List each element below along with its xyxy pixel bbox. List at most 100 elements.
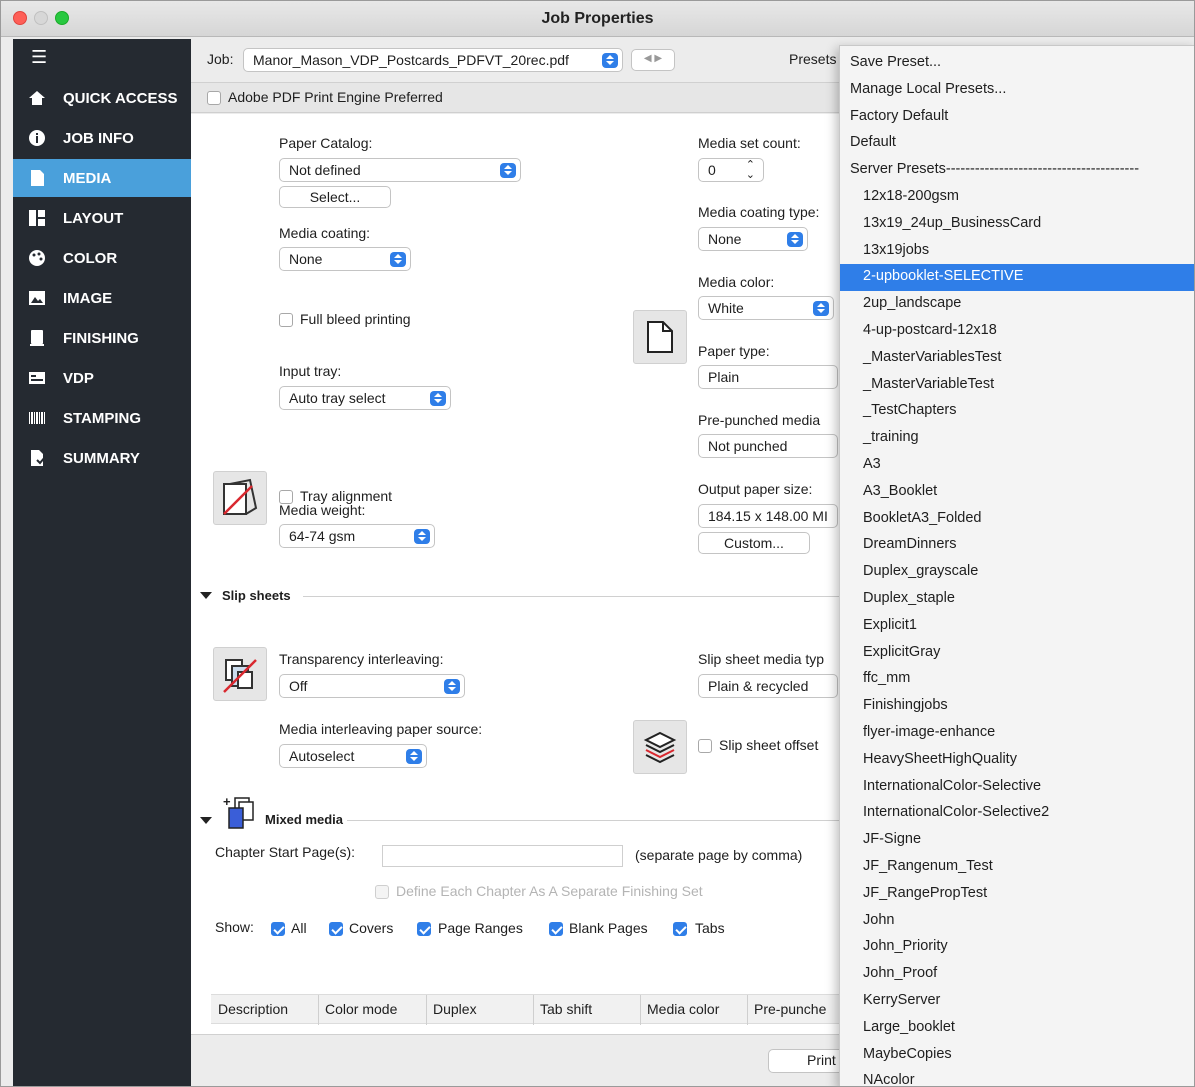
sidebar-item-stamping[interactable]: STAMPING: [13, 399, 191, 437]
transparency-interleaving-label: Transparency interleaving:: [279, 651, 444, 667]
menu-item-server-preset[interactable]: _TestChapters: [840, 398, 1194, 425]
job-select[interactable]: Manor_Mason_VDP_Postcards_PDFVT_20rec.pd…: [243, 48, 623, 72]
menu-item-server-preset[interactable]: HeavySheetHighQuality: [840, 747, 1194, 774]
media-set-count-value: 0: [708, 162, 716, 178]
menu-item-server-preset[interactable]: _MasterVariablesTest: [840, 345, 1194, 372]
summary-icon: [25, 449, 49, 467]
sidebar-toggle-icon[interactable]: ☰: [31, 47, 47, 68]
menu-item-server-preset[interactable]: 2-upbooklet-SELECTIVE: [840, 264, 1194, 292]
media-color-select[interactable]: White: [698, 296, 834, 320]
select-catalog-button[interactable]: Select...: [279, 186, 391, 208]
sidebar-item-vdp[interactable]: VDP: [13, 359, 191, 397]
column-duplex[interactable]: Duplex: [433, 1001, 477, 1017]
show-all-checkbox[interactable]: [271, 922, 285, 936]
transparency-interleaving-select[interactable]: Off: [279, 674, 465, 698]
sidebar-item-quick-access[interactable]: QUICK ACCESS: [13, 79, 191, 117]
menu-item-server-preset[interactable]: Finishingjobs: [840, 693, 1194, 720]
job-select-value: Manor_Mason_VDP_Postcards_PDFVT_20rec.pd…: [253, 52, 569, 68]
menu-item-default[interactable]: Default: [840, 130, 1194, 157]
output-paper-size-select[interactable]: 184.15 x 148.00 MI: [698, 504, 838, 528]
media-set-count-stepper[interactable]: 0 ⌃ ⌄: [698, 158, 764, 182]
menu-item-server-preset[interactable]: Duplex_grayscale: [840, 559, 1194, 586]
media-weight-select[interactable]: 64-74 gsm: [279, 524, 435, 548]
custom-size-button[interactable]: Custom...: [698, 532, 810, 554]
chevron-updown-icon: [813, 301, 829, 316]
menu-item-server-preset[interactable]: 12x18-200gsm: [840, 184, 1194, 211]
pre-punched-select[interactable]: Not punched: [698, 434, 838, 458]
menu-item-server-preset[interactable]: 2up_landscape: [840, 291, 1194, 318]
media-coating-type-select[interactable]: None: [698, 227, 808, 251]
menu-item-server-preset[interactable]: InternationalColor-Selective: [840, 774, 1194, 801]
menu-item-server-preset[interactable]: KerryServer: [840, 988, 1194, 1015]
column-color-mode[interactable]: Color mode: [325, 1001, 397, 1017]
paper-type-value: Plain: [708, 369, 740, 385]
menu-item-manage-local-presets[interactable]: Manage Local Presets...: [840, 77, 1194, 104]
menu-item-server-preset[interactable]: BookletA3_Folded: [840, 506, 1194, 533]
media-interleaving-source-select[interactable]: Autoselect: [279, 744, 427, 768]
sidebar-item-job-info[interactable]: JOB INFO: [13, 119, 191, 157]
menu-item-server-preset[interactable]: Large_booklet: [840, 1015, 1194, 1042]
menu-item-server-preset[interactable]: A3_Booklet: [840, 479, 1194, 506]
show-covers-checkbox[interactable]: [329, 922, 343, 936]
menu-item-server-preset[interactable]: JF_RangePropTest: [840, 881, 1194, 908]
job-nav-stepper[interactable]: ◀ ▶: [631, 49, 675, 71]
menu-item-save-preset[interactable]: Save Preset...: [840, 50, 1194, 77]
define-chapter-checkbox[interactable]: [375, 885, 389, 899]
sidebar-item-media[interactable]: MEDIA: [13, 159, 191, 197]
column-description[interactable]: Description: [218, 1001, 288, 1017]
menu-item-server-preset[interactable]: InternationalColor-Selective2: [840, 800, 1194, 827]
menu-item-server-preset[interactable]: John: [840, 908, 1194, 935]
full-bleed-checkbox[interactable]: [279, 313, 293, 327]
menu-item-server-preset[interactable]: John_Priority: [840, 934, 1194, 961]
disclosure-triangle-icon[interactable]: [200, 817, 212, 824]
paper-type-select[interactable]: Plain: [698, 365, 838, 389]
sidebar-item-finishing[interactable]: FINISHING: [13, 319, 191, 357]
menu-item-server-preset[interactable]: Explicit1: [840, 613, 1194, 640]
media-color-label: Media color:: [698, 274, 775, 290]
svg-text:+: +: [223, 794, 231, 809]
menu-item-server-preset[interactable]: NAcolor: [840, 1068, 1194, 1086]
input-tray-select[interactable]: Auto tray select: [279, 386, 451, 410]
media-color-value: White: [708, 300, 744, 316]
menu-item-server-preset[interactable]: JF-Signe: [840, 827, 1194, 854]
menu-item-factory-default[interactable]: Factory Default: [840, 104, 1194, 131]
menu-item-server-preset[interactable]: DreamDinners: [840, 532, 1194, 559]
menu-item-server-preset[interactable]: John_Proof: [840, 961, 1194, 988]
chevron-updown-icon: [444, 679, 460, 694]
menu-item-server-preset[interactable]: 13x19jobs: [840, 238, 1194, 265]
media-coating-select[interactable]: None: [279, 247, 411, 271]
menu-item-server-preset[interactable]: A3: [840, 452, 1194, 479]
sidebar-item-image[interactable]: IMAGE: [13, 279, 191, 317]
menu-item-server-preset[interactable]: ExplicitGray: [840, 640, 1194, 667]
show-blank-pages-checkbox[interactable]: [549, 922, 563, 936]
paper-catalog-select[interactable]: Not defined: [279, 158, 521, 182]
column-media-color[interactable]: Media color: [647, 1001, 719, 1017]
pdf-engine-checkbox[interactable]: [207, 91, 221, 105]
menu-item-server-preset[interactable]: MaybeCopies: [840, 1042, 1194, 1069]
sidebar-item-summary[interactable]: SUMMARY: [13, 439, 191, 477]
sidebar-item-color[interactable]: COLOR: [13, 239, 191, 277]
menu-item-server-preset[interactable]: JF_Rangenum_Test: [840, 854, 1194, 881]
column-tab-shift[interactable]: Tab shift: [540, 1001, 592, 1017]
column-pre-punched[interactable]: Pre-punche: [754, 1001, 826, 1017]
media-coating-type-value: None: [708, 231, 742, 247]
sidebar-item-label: STAMPING: [63, 409, 142, 427]
mixed-media-header: Mixed media: [265, 812, 344, 827]
show-tabs-checkbox[interactable]: [673, 922, 687, 936]
show-page-ranges-checkbox[interactable]: [417, 922, 431, 936]
slip-sheet-media-type-select[interactable]: Plain & recycled: [698, 674, 838, 698]
media-weight-value: 64-74 gsm: [289, 528, 356, 544]
media-set-count-label: Media set count:: [698, 135, 801, 151]
menu-item-server-preset[interactable]: 13x19_24up_BusinessCard: [840, 211, 1194, 238]
menu-item-server-preset[interactable]: _training: [840, 425, 1194, 452]
menu-item-server-preset[interactable]: ffc_mm: [840, 666, 1194, 693]
menu-item-server-preset[interactable]: _MasterVariableTest: [840, 372, 1194, 399]
menu-item-server-preset[interactable]: flyer-image-enhance: [840, 720, 1194, 747]
sidebar-item-layout[interactable]: LAYOUT: [13, 199, 191, 237]
slip-sheet-offset-checkbox[interactable]: [698, 739, 712, 753]
disclosure-triangle-icon[interactable]: [200, 592, 212, 599]
menu-item-server-preset[interactable]: 4-up-postcard-12x18: [840, 318, 1194, 345]
menu-item-server-preset[interactable]: Duplex_staple: [840, 586, 1194, 613]
chapter-hint: (separate page by comma): [635, 847, 803, 863]
chapter-start-input[interactable]: [382, 845, 623, 867]
